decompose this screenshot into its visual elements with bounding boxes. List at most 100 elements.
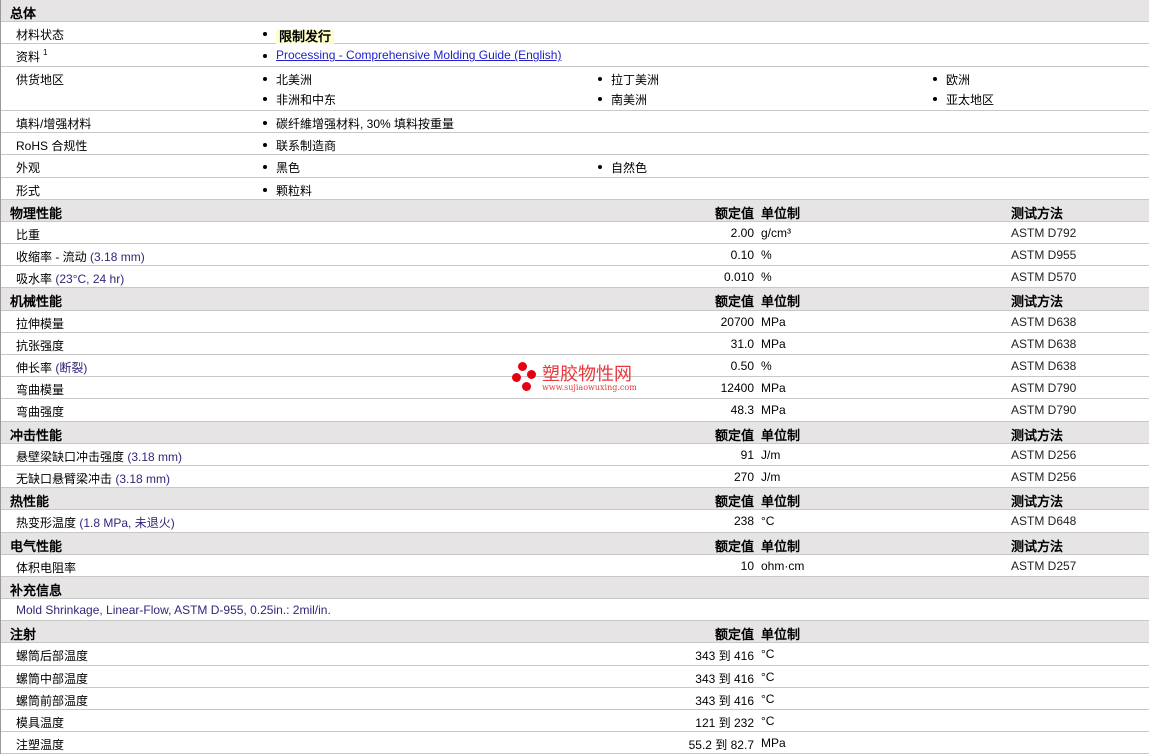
property-name: 体积电阻率 [16, 560, 77, 575]
table-row: 注塑温度 55.2 到 82.7 MPa [1, 732, 1149, 755]
property-name: 弯曲强度 [16, 405, 65, 420]
column-header-test-method: 测试方法 [1011, 427, 1064, 443]
property-label: Mold Shrinkage, Linear-Flow, ASTM D-955,… [16, 603, 331, 617]
section-title: 总体 [10, 6, 37, 21]
section-title: 物理性能 [10, 205, 63, 221]
bullet-item: 黑色 [263, 159, 300, 176]
property-name: Mold Shrinkage, Linear-Flow, ASTM D-955,… [16, 603, 331, 618]
bullet-item: 亚太地区 [933, 91, 994, 108]
property-name: 弯曲模量 [16, 383, 65, 398]
property-unit: g/cm³ [761, 225, 791, 240]
section-header: 物理性能 额定值 单位制 测试方法 [1, 199, 1149, 222]
row-label: RoHS 合规性 [16, 137, 87, 154]
section-title: 热性能 [10, 494, 50, 510]
table-row: 悬壁梁缺口冲击强度 (3.18 mm) 91 J/m ASTM D256 [1, 444, 1149, 466]
label-text: 资料 [16, 50, 41, 65]
bullet-item: 碳纤維增强材料, 30% 填料按重量 [263, 115, 454, 132]
section-header: 补充信息 [1, 576, 1149, 600]
property-name: 拉伸模量 [16, 316, 65, 331]
table-row: 模具温度 121 到 232 °C [1, 710, 1149, 733]
property-label: 弯曲模量 [16, 381, 64, 398]
section-header: 热性能 额定值 单位制 测试方法 [1, 488, 1149, 511]
bullet-text: 限制发行 [276, 29, 335, 45]
section-title: 机械性能 [10, 294, 63, 310]
bullet-item: 拉丁美洲 [598, 71, 659, 88]
bullet-text: 北美洲 [276, 72, 313, 87]
row-label: 填料/增强材料 [16, 115, 91, 132]
test-method: ASTM D955 [1011, 248, 1077, 263]
property-value: 10 [740, 558, 754, 573]
table-row: 吸水率 (23°C, 24 hr) 0.010% ASTM D570 [1, 266, 1149, 289]
table-row: 体积电阻率 10 ohm·cm ASTM D257 [1, 555, 1149, 577]
property-value: 48.3 [730, 403, 754, 418]
property-label: 收缩率 - 流动 (3.18 mm) [16, 248, 145, 265]
test-method: ASTM D638 [1011, 314, 1077, 329]
bullet-text: 非洲和中东 [276, 92, 337, 107]
property-unit: ohm·cm [761, 558, 805, 573]
property-name: 比重 [16, 227, 41, 242]
property-label: 模具温度 [16, 714, 64, 731]
row-label: 形式 [16, 182, 40, 199]
property-unit: °C [761, 647, 775, 662]
property-name: 螺筒后部温度 [16, 649, 89, 664]
property-unit: °C [761, 514, 775, 529]
column-header-value: 额定值 [714, 205, 754, 221]
section-title: 补充信息 [10, 582, 63, 598]
label-text: 填料/增强材料 [16, 116, 92, 131]
property-name: 伸长率 [16, 361, 53, 376]
property-value: 121 到 232 [695, 716, 754, 731]
test-method: ASTM D648 [1011, 514, 1077, 529]
property-unit: MPa [761, 736, 786, 751]
bullet-text: 欧洲 [946, 72, 971, 87]
property-label: 螺筒前部温度 [16, 692, 88, 709]
section-title: 冲击性能 [10, 427, 63, 443]
column-header-value: 额定值 [714, 294, 754, 310]
table-row: 螺筒后部温度 343 到 416 °C [1, 643, 1149, 666]
property-label: 抗张强度 [16, 337, 64, 354]
property-condition: (23°C, 24 hr) [55, 272, 125, 287]
column-header-test-method: 测试方法 [1011, 494, 1064, 510]
table-row: 比重 2.00 g/cm³ ASTM D792 [1, 222, 1149, 245]
column-header-test-method: 测试方法 [1011, 538, 1064, 554]
property-label: 吸水率 (23°C, 24 hr) [16, 270, 124, 287]
label-text: 材料状态 [16, 28, 65, 43]
table-row: RoHS 合规性 联系制造商 [1, 133, 1149, 156]
property-unit: % [761, 248, 772, 263]
test-method: ASTM D257 [1011, 558, 1077, 573]
test-method: ASTM D256 [1011, 447, 1077, 462]
watermark-url: www.sujiaowuxing.com [542, 383, 637, 392]
table-row: 填料/增强材料 碳纤維增强材料, 30% 填料按重量 [1, 111, 1149, 134]
property-unit: J/m [761, 469, 781, 484]
property-value: 12400 [720, 381, 754, 396]
property-unit: °C [761, 691, 775, 706]
property-value: 270 [733, 469, 754, 484]
property-value: 343 到 416 [695, 649, 754, 664]
section-header: 注射 额定值 单位制 [1, 621, 1149, 644]
property-value: 20700 [720, 314, 754, 329]
bullet-text: 碳纤維增强材料, 30% 填料按重量 [276, 116, 455, 131]
column-header-value: 额定值 [714, 427, 754, 443]
document-link[interactable]: Processing - Comprehensive Molding Guide… [276, 48, 561, 62]
property-label: 伸长率 (断裂) [16, 359, 87, 376]
test-method: ASTM D256 [1011, 469, 1077, 484]
row-label: 材料状态 [16, 26, 64, 43]
bullet-item: 北美洲 [263, 71, 312, 88]
property-name: 收缩率 - 流动 [16, 250, 87, 265]
table-row: 收缩率 - 流动 (3.18 mm) 0.10% ASTM D955 [1, 244, 1149, 267]
bullet-text: 黑色 [276, 161, 301, 176]
property-unit: MPa [761, 336, 786, 351]
table-row: 抗张强度 31.0 MPa ASTM D638 [1, 333, 1149, 356]
property-unit: % [761, 270, 772, 285]
property-value: 343 到 416 [695, 693, 754, 708]
property-condition: (3.18 mm) [115, 471, 171, 486]
section-header: 机械性能 额定值 单位制 测试方法 [1, 288, 1149, 311]
column-header-unit: 单位制 [761, 494, 801, 510]
section-title: 电气性能 [10, 538, 63, 554]
property-label: 拉伸模量 [16, 315, 64, 332]
test-method: ASTM D790 [1011, 403, 1077, 418]
property-label: 注塑温度 [16, 736, 64, 753]
row-label: 供货地区 [16, 71, 64, 88]
property-condition: (3.18 mm) [90, 250, 145, 265]
property-label: 热变形温度 (1.8 MPa, 未退火) [16, 514, 175, 531]
property-name: 抗张强度 [16, 338, 65, 353]
